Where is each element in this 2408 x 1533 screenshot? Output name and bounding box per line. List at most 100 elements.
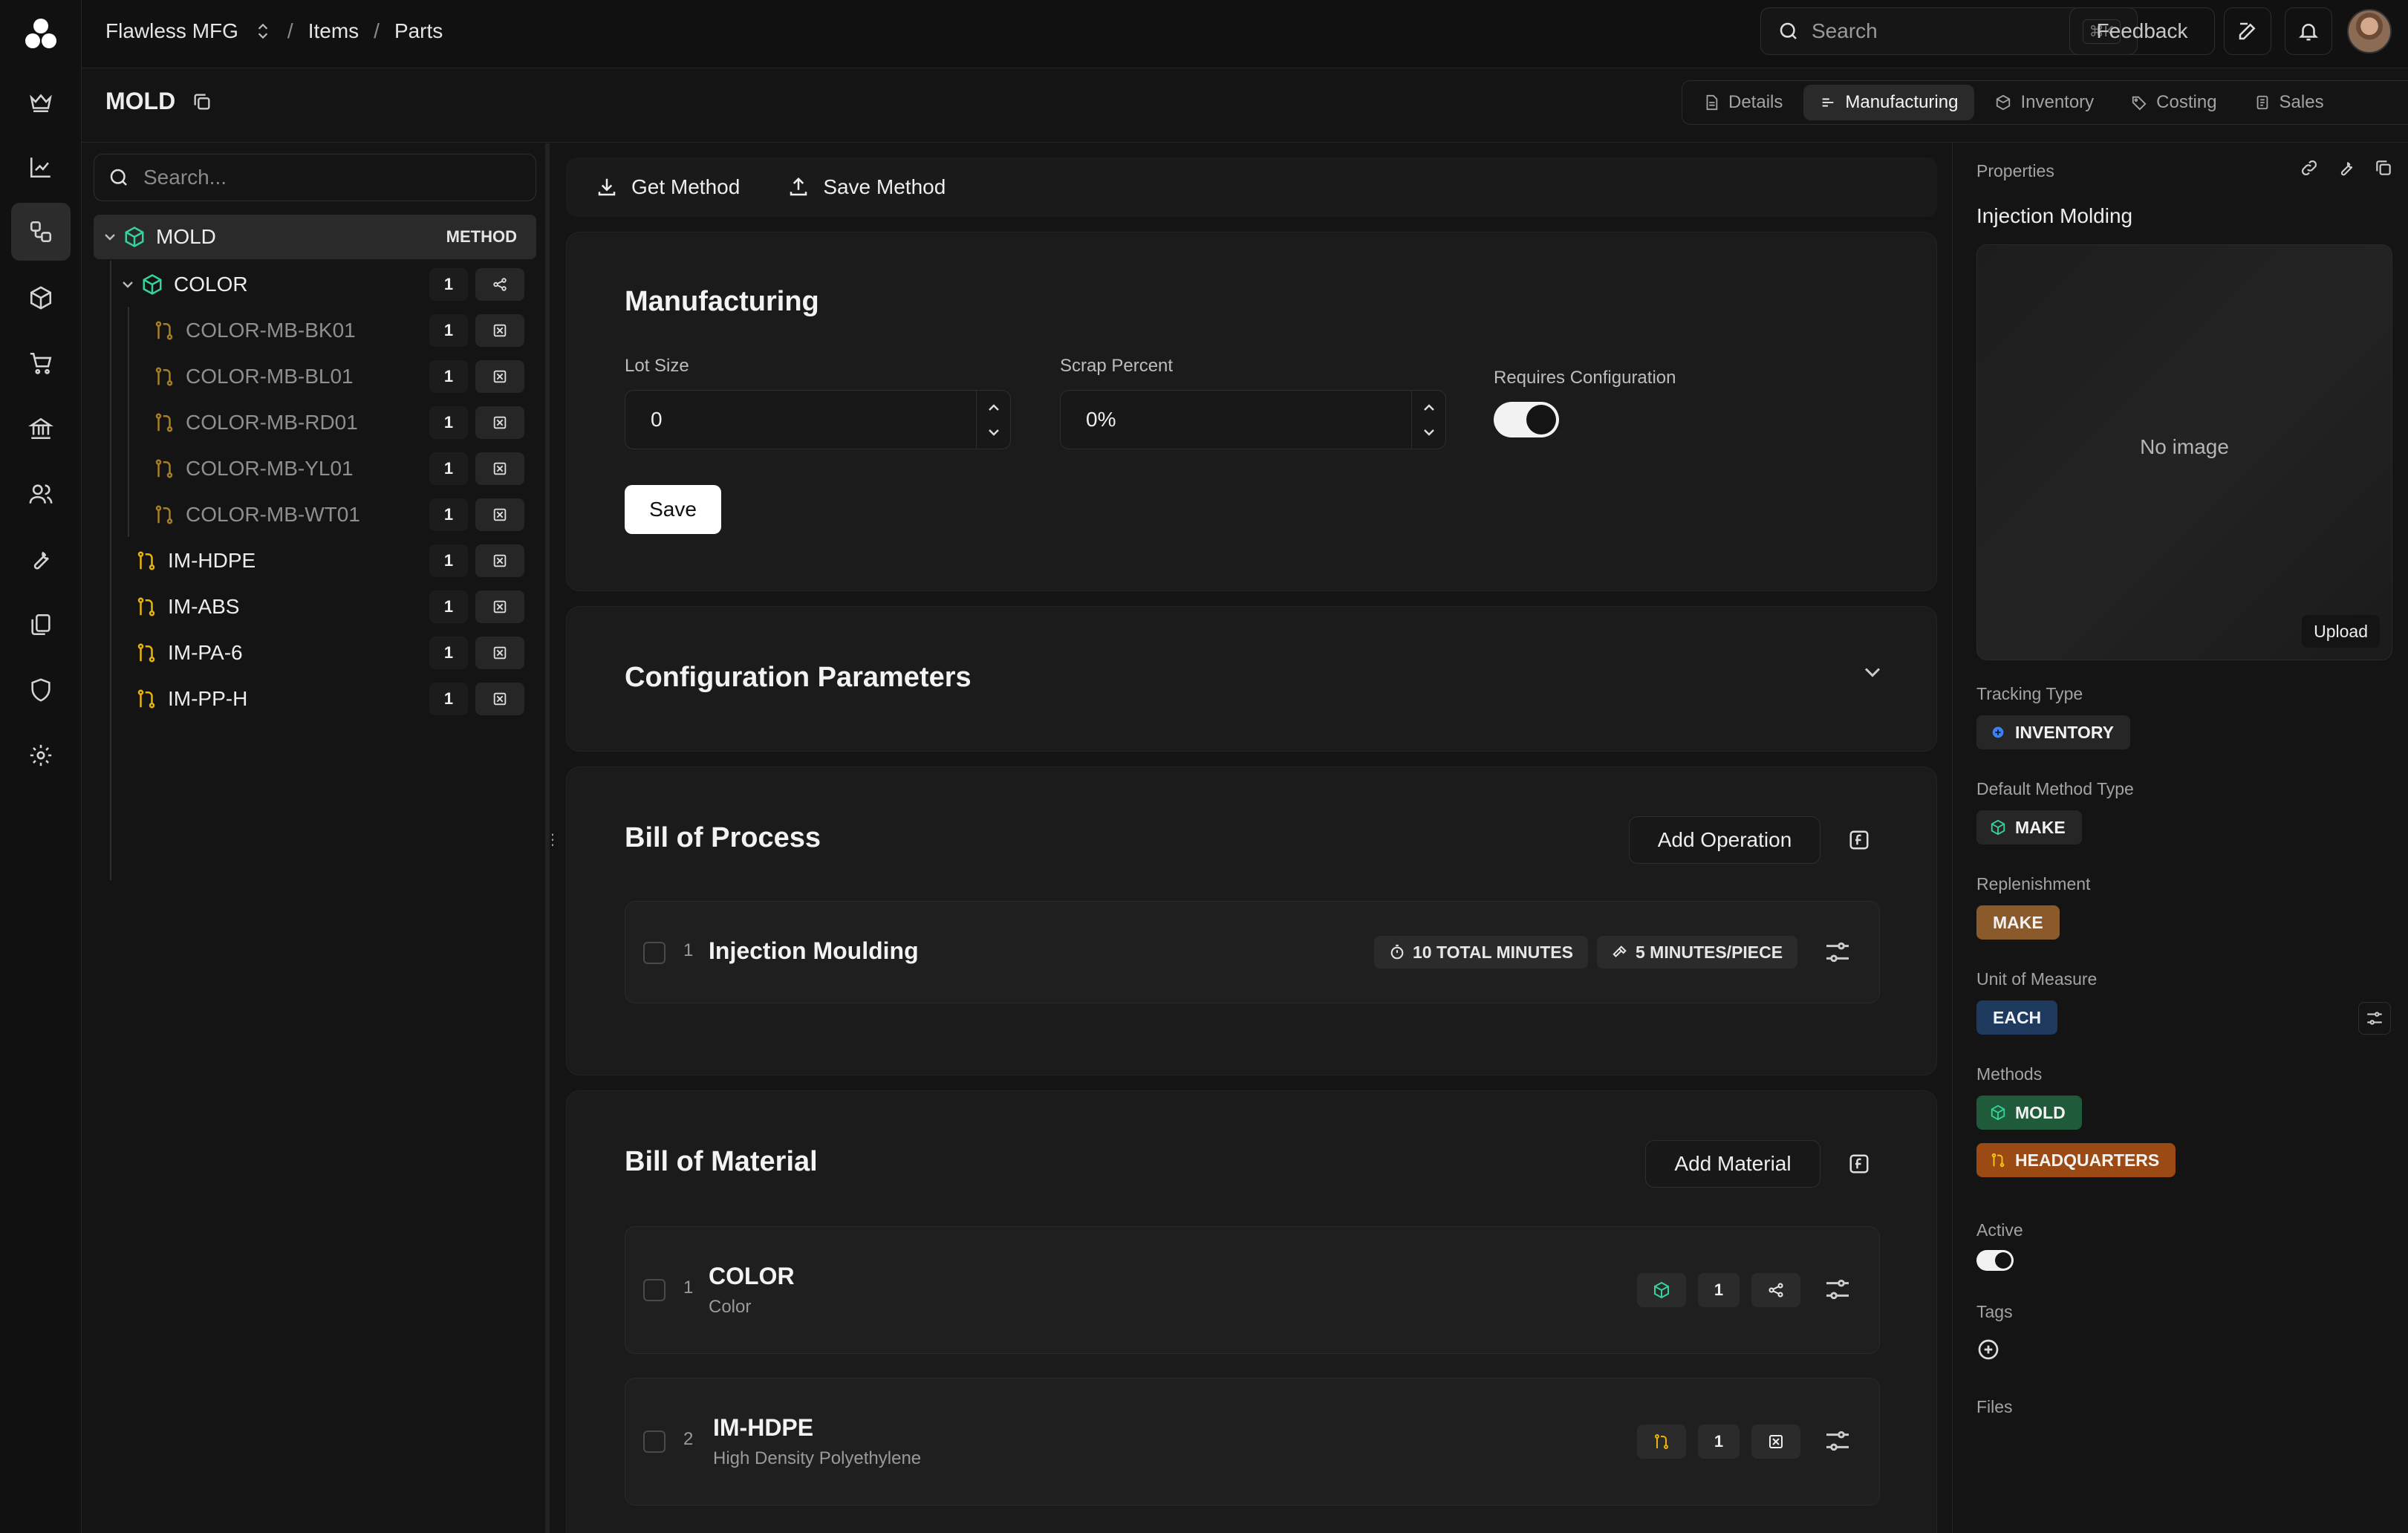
operation-row[interactable]: 1 Injection Moulding 10 TOTAL MINUTES 5 … (625, 901, 1880, 1003)
panel-resize-handle[interactable]: ⋮ (545, 830, 560, 848)
get-method-button[interactable]: Get Method (596, 175, 740, 199)
gear-icon[interactable] (11, 726, 71, 784)
feedback-button[interactable]: Feedback (2069, 7, 2215, 55)
grid-x-icon (493, 554, 507, 567)
tree-row-color-item[interactable]: COLOR-MB-YL01 1 (94, 446, 536, 491)
method-link-button[interactable] (475, 268, 524, 301)
grid-x-icon (493, 600, 507, 613)
tree-row-material[interactable]: IM-ABS 1 (94, 585, 536, 629)
tab-inventory[interactable]: Inventory (1979, 85, 2110, 120)
unit-of-measure-badge[interactable]: EACH (1976, 1000, 2058, 1035)
formula-icon[interactable] (1841, 1146, 1877, 1182)
buy-button[interactable] (475, 498, 524, 531)
replenishment-badge[interactable]: MAKE (1976, 905, 2060, 940)
tree-row-color-item[interactable]: COLOR-MB-BK01 1 (94, 308, 536, 353)
tab-label: Sales (2279, 92, 2324, 112)
buy-button[interactable] (1751, 1425, 1800, 1459)
chevron-updown-icon[interactable] (253, 22, 273, 41)
tree-row-root[interactable]: MOLD METHOD (94, 215, 536, 259)
avatar[interactable] (2347, 9, 2392, 53)
method-mold-badge[interactable]: MOLD (1976, 1096, 2082, 1130)
lot-size-input[interactable]: 0 (625, 390, 1011, 449)
sliders-icon[interactable] (1823, 1275, 1852, 1304)
buy-button[interactable] (475, 406, 524, 439)
buy-button[interactable] (475, 452, 524, 485)
tree-search-input[interactable]: Search... (94, 154, 536, 201)
company-switcher[interactable]: Flawless MFG (105, 19, 238, 43)
cube-icon[interactable] (11, 269, 71, 327)
tab-manufacturing[interactable]: Manufacturing (1803, 85, 1975, 120)
row-checkbox[interactable] (643, 1431, 666, 1453)
buy-button[interactable] (475, 544, 524, 577)
default-method-badge[interactable]: MAKE (1976, 810, 2082, 844)
chevron-up-icon[interactable] (985, 399, 1003, 417)
chevron-down-icon[interactable] (985, 423, 1003, 441)
bank-icon[interactable] (11, 400, 71, 458)
documents-icon[interactable] (11, 596, 71, 654)
chevron-down-icon[interactable] (1420, 423, 1438, 441)
sliders-icon[interactable] (2358, 1002, 2391, 1035)
wrench-icon[interactable] (11, 530, 71, 588)
save-button[interactable]: Save (625, 485, 721, 534)
active-toggle[interactable] (1976, 1250, 2014, 1271)
tab-sales[interactable]: Sales (2238, 85, 2340, 120)
app-logo-icon[interactable] (23, 16, 59, 52)
manufacturing-icon[interactable] (11, 203, 71, 261)
method-headquarters-badge[interactable]: HEADQUARTERS (1976, 1143, 2176, 1177)
add-material-button[interactable]: Add Material (1645, 1140, 1820, 1188)
tree-row-color[interactable]: COLOR 1 (94, 262, 536, 307)
copy-icon[interactable] (2374, 158, 2393, 178)
configuration-parameters-card[interactable]: Configuration Parameters (566, 606, 1937, 752)
cart-icon[interactable] (11, 334, 71, 392)
chevron-up-icon[interactable] (1420, 399, 1438, 417)
tree-row-color-item[interactable]: COLOR-MB-RD01 1 (94, 400, 536, 445)
buy-button[interactable] (475, 360, 524, 393)
scrap-percent-input[interactable]: 0% (1060, 390, 1446, 449)
lot-size-stepper[interactable] (976, 391, 1010, 449)
crown-icon[interactable] (11, 73, 71, 131)
material-row[interactable]: 1 COLOR Color 1 (625, 1226, 1880, 1354)
upload-button[interactable]: Upload (2302, 615, 2380, 648)
add-operation-button[interactable]: Add Operation (1629, 816, 1820, 864)
buy-button[interactable] (475, 590, 524, 623)
copy-icon[interactable] (192, 91, 212, 112)
requires-configuration-toggle[interactable] (1494, 402, 1559, 437)
wrench-icon[interactable] (2337, 158, 2356, 178)
notifications-button[interactable] (2285, 7, 2332, 55)
tab-details[interactable]: Details (1687, 85, 1799, 120)
chevron-down-icon[interactable] (119, 276, 137, 293)
buy-button[interactable] (475, 637, 524, 669)
buy-button[interactable] (475, 683, 524, 715)
formula-icon[interactable] (1841, 822, 1877, 858)
buy-button[interactable] (475, 314, 524, 347)
link-icon[interactable] (2300, 158, 2319, 178)
method-link-button[interactable] (1751, 1273, 1800, 1307)
tree-label: COLOR-MB-BL01 (186, 365, 354, 388)
sliders-icon[interactable] (1823, 937, 1852, 967)
tree-row-color-item[interactable]: COLOR-MB-BL01 1 (94, 354, 536, 399)
breadcrumb-items[interactable]: Items (308, 19, 359, 43)
method-type-badge[interactable] (1637, 1425, 1686, 1459)
shield-icon[interactable] (11, 661, 71, 719)
users-icon[interactable] (11, 465, 71, 523)
scrap-percent-stepper[interactable] (1411, 391, 1445, 449)
chart-icon[interactable] (11, 138, 71, 196)
save-method-button[interactable]: Save Method (787, 175, 946, 199)
row-checkbox[interactable] (643, 1279, 666, 1301)
compose-button[interactable] (2224, 7, 2271, 55)
tree-row-color-item[interactable]: COLOR-MB-WT01 1 (94, 492, 536, 537)
tree-row-material[interactable]: IM-PA-6 1 (94, 631, 536, 675)
tree-row-material[interactable]: IM-HDPE 1 (94, 538, 536, 583)
chevron-down-icon[interactable] (101, 228, 119, 246)
list-icon (1823, 98, 1834, 107)
add-tag-icon[interactable] (1976, 1338, 2000, 1361)
tracking-type-badge[interactable]: INVENTORY (1976, 715, 2130, 749)
tab-costing[interactable]: Costing (2115, 85, 2233, 120)
row-checkbox[interactable] (643, 942, 666, 964)
sliders-icon[interactable] (1823, 1426, 1852, 1456)
tree-row-material[interactable]: IM-PP-H 1 (94, 677, 536, 721)
breadcrumb-parts[interactable]: Parts (394, 19, 443, 43)
material-row[interactable]: 2 IM-HDPE High Density Polyethylene 1 (625, 1378, 1880, 1506)
method-type-badge[interactable] (1637, 1273, 1686, 1307)
chevron-down-icon[interactable] (1859, 659, 1886, 686)
